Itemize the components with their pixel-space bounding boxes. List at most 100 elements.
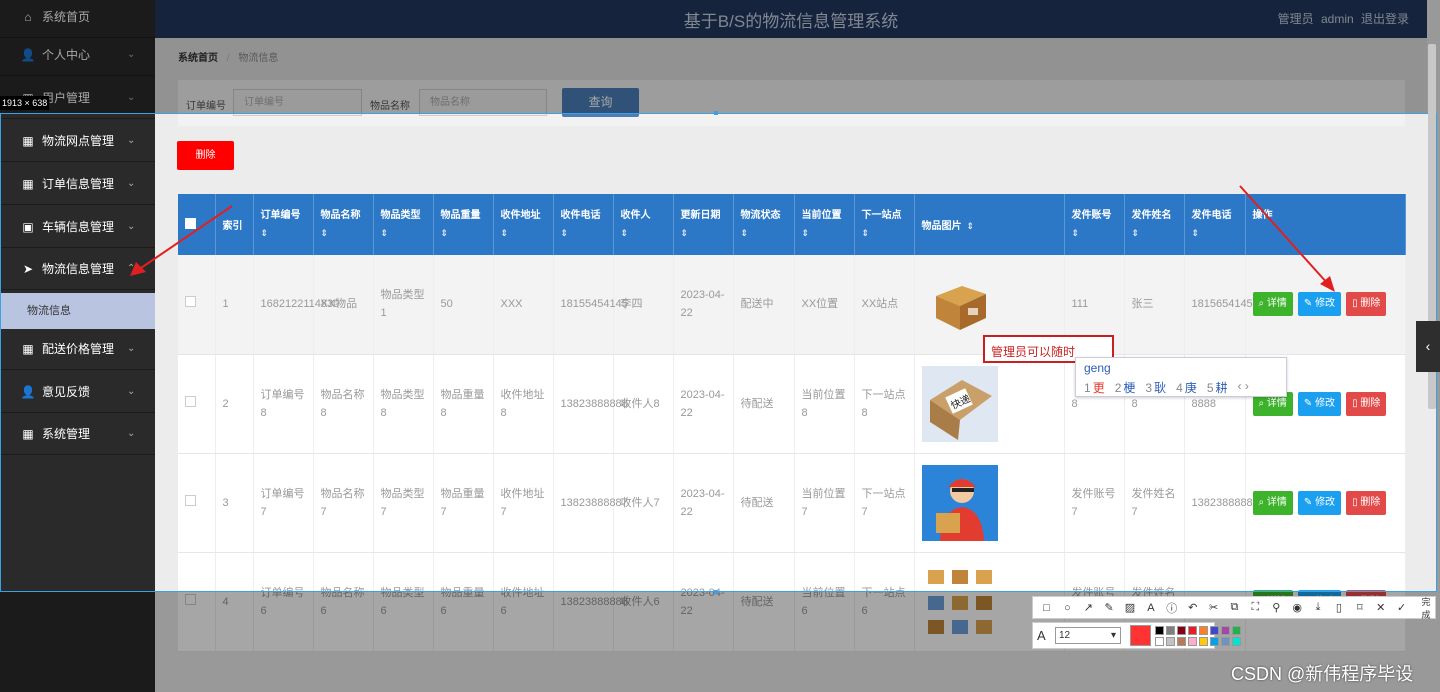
capture-tool-icon[interactable]: ⛶ — [1247, 601, 1264, 614]
sidebar-item-4[interactable]: ▦ 物流网点管理 ⌄ — [0, 120, 155, 162]
color-swatch[interactable] — [1166, 626, 1175, 635]
column-header[interactable]: 当前位置 ⇕ — [794, 194, 855, 255]
capture-tool-icon[interactable]: ◉ — [1289, 601, 1306, 614]
sidebar-item-2[interactable]: 👤 个人中心 ⌄ — [0, 34, 155, 76]
item-image[interactable]: 快递 — [921, 365, 998, 442]
row-checkbox[interactable] — [185, 494, 196, 506]
capture-tool-icon[interactable]: ✕ — [1372, 601, 1389, 614]
column-header[interactable]: 收件人 ⇕ — [613, 194, 674, 255]
ime-candidate[interactable]: 4庚 — [1176, 379, 1197, 396]
collapse-chevron-icon[interactable]: ‹ — [1416, 321, 1440, 372]
sidebar-sub-item-logistics-info[interactable]: 物流信息 — [0, 293, 155, 329]
color-swatch[interactable] — [1199, 637, 1208, 646]
capture-tool-icon[interactable]: ⌑ — [1351, 601, 1368, 614]
delete-button[interactable]: ▯ 删除 — [1346, 391, 1387, 416]
query-button[interactable]: 查询 — [562, 88, 639, 117]
column-header[interactable]: 物品名称 ⇕ — [313, 194, 374, 255]
capture-tool-icon[interactable]: ✎ — [1101, 601, 1118, 614]
color-swatch[interactable] — [1155, 637, 1164, 646]
edit-button[interactable]: ✎ 修改 — [1297, 391, 1342, 416]
color-swatch[interactable] — [1210, 626, 1219, 635]
capture-handle[interactable] — [714, 111, 718, 115]
current-color-swatch[interactable] — [1130, 625, 1151, 646]
color-swatch[interactable] — [1188, 637, 1197, 646]
column-header[interactable]: 收件地址 ⇕ — [493, 194, 554, 255]
sort-icon[interactable]: ⇕ — [501, 228, 546, 239]
column-header[interactable]: 操作 — [1245, 194, 1406, 255]
color-swatch[interactable] — [1221, 637, 1230, 646]
row-checkbox[interactable] — [185, 296, 196, 308]
column-header[interactable]: 物品图片 ⇕ — [914, 194, 1065, 255]
column-header[interactable]: 发件姓名 ⇕ — [1124, 194, 1185, 255]
font-size-select[interactable]: 12 ▾ — [1055, 627, 1121, 644]
table-row[interactable]: 3 订单编号7 物品名称7 物品类型7 物品重量7 收件地址7 13823888887 收件人… — [178, 453, 1406, 553]
sort-icon[interactable]: ⇕ — [321, 228, 366, 239]
column-header[interactable]: 物品重量 ⇕ — [433, 194, 494, 255]
column-header[interactable]: 订单编号 ⇕ — [253, 194, 314, 255]
column-header[interactable]: 物流状态 ⇕ — [733, 194, 795, 255]
capture-tool-icon[interactable]: □ — [1038, 602, 1055, 614]
sidebar-item-8[interactable]: ▦ 配送价格管理 ⌄ — [0, 328, 155, 370]
sort-icon[interactable]: ⇕ — [862, 228, 907, 239]
sidebar-item-9[interactable]: 👤 意见反馈 ⌄ — [0, 371, 155, 413]
item-name-input[interactable]: 物品名称 — [419, 89, 547, 116]
capture-tool-icon[interactable]: ⤓ — [1310, 601, 1327, 614]
color-swatch[interactable] — [1221, 626, 1230, 635]
capture-tool-icon[interactable]: ⓘ — [1163, 600, 1180, 616]
item-image[interactable] — [921, 464, 998, 541]
delete-button[interactable]: ▯ 删除 — [1346, 490, 1387, 515]
ime-candidate[interactable]: 5耕 — [1207, 379, 1228, 396]
capture-tool-icon[interactable]: ✂ — [1205, 601, 1222, 614]
color-swatch[interactable] — [1166, 637, 1175, 646]
color-swatch[interactable] — [1177, 637, 1186, 646]
sort-icon[interactable]: ⇕ — [802, 228, 847, 239]
column-header[interactable]: 物品类型 ⇕ — [373, 194, 434, 255]
user-info[interactable]: 管理员 admin 退出登录 — [1278, 10, 1409, 27]
sidebar-item-5[interactable]: ▦ 订单信息管理 ⌄ — [0, 163, 155, 205]
color-swatch[interactable] — [1155, 626, 1164, 635]
color-swatch[interactable] — [1177, 626, 1186, 635]
sort-icon[interactable]: ⇕ — [621, 228, 666, 239]
row-checkbox[interactable] — [185, 593, 196, 605]
ime-candidate-window[interactable]: geng 1 更 2 梗 3 耿 4 庚 5 耕 ‹ › — [1075, 357, 1287, 397]
color-swatch[interactable] — [1188, 626, 1197, 635]
capture-tool-icon[interactable]: ✓ — [1393, 601, 1410, 614]
capture-tool-icon[interactable]: ○ — [1059, 602, 1076, 614]
color-swatch[interactable] — [1210, 637, 1219, 646]
column-header[interactable]: 发件账号 ⇕ — [1064, 194, 1125, 255]
sidebar-item-10[interactable]: ▦ 系统管理 ⌄ — [0, 413, 155, 455]
item-image[interactable] — [921, 266, 998, 343]
item-image[interactable] — [921, 563, 998, 640]
capture-tool-icon[interactable]: ⚲ — [1268, 601, 1285, 614]
ime-candidate[interactable]: 2梗 — [1115, 379, 1136, 396]
ime-candidate[interactable]: 1更 — [1084, 379, 1105, 396]
detail-button[interactable]: ⌕ 详情 — [1252, 292, 1293, 317]
select-all-checkbox[interactable] — [185, 217, 196, 229]
ime-candidate[interactable]: 3耿 — [1145, 379, 1166, 396]
sort-icon[interactable]: ⇕ — [1192, 228, 1238, 239]
ime-page-arrows[interactable]: ‹ › — [1238, 379, 1249, 396]
sort-icon[interactable]: ⇕ — [741, 228, 787, 239]
color-swatch[interactable] — [1199, 626, 1208, 635]
batch-delete-button[interactable]: 删除 — [177, 141, 234, 170]
breadcrumb-home[interactable]: 系统首页 — [178, 53, 218, 64]
capture-handle[interactable] — [714, 590, 718, 594]
sort-icon[interactable]: ⇕ — [681, 228, 726, 239]
sidebar-item-1[interactable]: ⌂ 系统首页 — [0, 0, 155, 38]
sort-icon[interactable]: ⇕ — [441, 228, 486, 239]
done-button[interactable]: 完成 — [1417, 595, 1435, 621]
sidebar-item-7[interactable]: ➤ 物流信息管理 ⌃ — [0, 248, 155, 290]
sort-icon[interactable]: ⇕ — [967, 221, 975, 231]
edit-button[interactable]: ✎ 修改 — [1297, 292, 1342, 317]
sidebar-item-6[interactable]: ▣ 车辆信息管理 ⌄ — [0, 206, 155, 248]
column-header[interactable]: 发件电话 ⇕ — [1184, 194, 1246, 255]
color-swatch[interactable] — [1232, 637, 1241, 646]
capture-tool-icon[interactable]: ↗ — [1080, 601, 1097, 614]
sort-icon[interactable]: ⇕ — [261, 228, 306, 239]
sort-icon[interactable]: ⇕ — [1132, 228, 1177, 239]
column-header[interactable]: 索引 — [215, 194, 254, 255]
capture-tool-icon[interactable]: ▯ — [1330, 601, 1347, 614]
delete-button[interactable]: ▯ 删除 — [1346, 292, 1387, 317]
color-swatch[interactable] — [1232, 626, 1241, 635]
column-header[interactable]: 下一站点 ⇕ — [854, 194, 915, 255]
